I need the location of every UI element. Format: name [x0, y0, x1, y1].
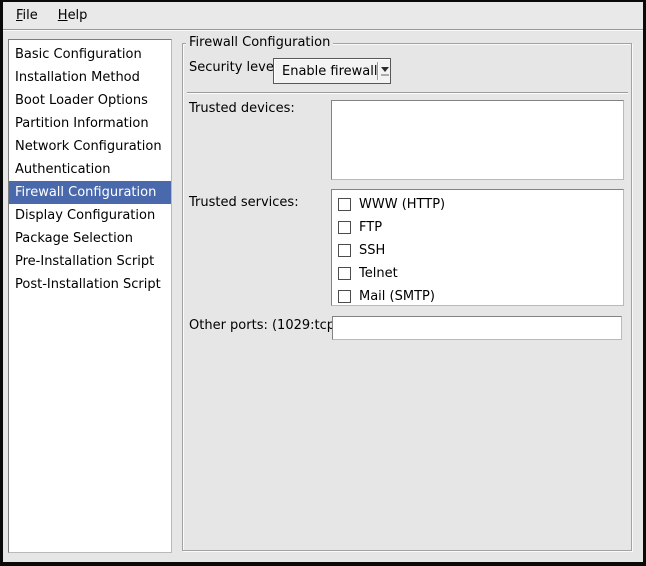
trusted-service-row[interactable]: WWW (HTTP)	[332, 193, 623, 216]
sidebar-section-list[interactable]: Basic ConfigurationInstallation MethodBo…	[8, 39, 172, 553]
trusted-service-label: WWW (HTTP)	[359, 197, 445, 212]
trusted-service-label: Telnet	[359, 266, 398, 281]
trusted-service-label: SSH	[359, 243, 385, 258]
sidebar-item[interactable]: Post-Installation Script	[9, 273, 171, 296]
sidebar-item[interactable]: Network Configuration	[9, 135, 171, 158]
sidebar-item[interactable]: Boot Loader Options	[9, 89, 171, 112]
trusted-service-row[interactable]: SSH	[332, 239, 623, 262]
trusted-service-row[interactable]: Mail (SMTP)	[332, 285, 623, 306]
checkbox-icon[interactable]	[338, 290, 351, 303]
checkbox-icon[interactable]	[338, 198, 351, 211]
security-level-dropdown[interactable]: Enable firewall	[273, 58, 391, 84]
menu-item-file[interactable]: File	[6, 4, 48, 28]
chevron-down-icon[interactable]	[379, 59, 390, 83]
sidebar-item[interactable]: Installation Method	[9, 66, 171, 89]
checkbox-icon[interactable]	[338, 267, 351, 280]
kickstart-configurator-window: { "menu": { "items": [ { "id": "file", "…	[0, 0, 646, 566]
frame-title: Firewall Configuration	[186, 35, 333, 50]
other-ports-label: Other ports: (1029:tcp)	[189, 318, 340, 333]
trusted-service-label: Mail (SMTP)	[359, 289, 435, 304]
horizontal-separator	[187, 92, 628, 94]
trusted-services-label: Trusted services:	[189, 195, 299, 210]
firewall-config-frame: Firewall Configuration Security level: E…	[182, 43, 632, 551]
menu-bar: FileHelp	[3, 2, 643, 30]
trusted-services-list[interactable]: WWW (HTTP) FTP SSH Telnet Mail (SMTP)	[331, 189, 624, 306]
security-level-label: Security level:	[189, 60, 282, 75]
security-level-value: Enable firewall	[274, 59, 377, 83]
sidebar-item[interactable]: Partition Information	[9, 112, 171, 135]
other-ports-input[interactable]	[332, 316, 622, 340]
sidebar-item[interactable]: Firewall Configuration	[9, 181, 171, 204]
menu-item-help[interactable]: Help	[48, 4, 98, 28]
checkbox-icon[interactable]	[338, 244, 351, 257]
sidebar-item[interactable]: Pre-Installation Script	[9, 250, 171, 273]
checkbox-icon[interactable]	[338, 221, 351, 234]
trusted-devices-label: Trusted devices:	[189, 101, 295, 116]
trusted-service-row[interactable]: FTP	[332, 216, 623, 239]
trusted-service-label: FTP	[359, 220, 382, 235]
sidebar-item[interactable]: Authentication	[9, 158, 171, 181]
sidebar-item[interactable]: Display Configuration	[9, 204, 171, 227]
trusted-devices-list[interactable]	[331, 100, 624, 180]
sidebar-item[interactable]: Basic Configuration	[9, 43, 171, 66]
sidebar-item[interactable]: Package Selection	[9, 227, 171, 250]
trusted-service-row[interactable]: Telnet	[332, 262, 623, 285]
